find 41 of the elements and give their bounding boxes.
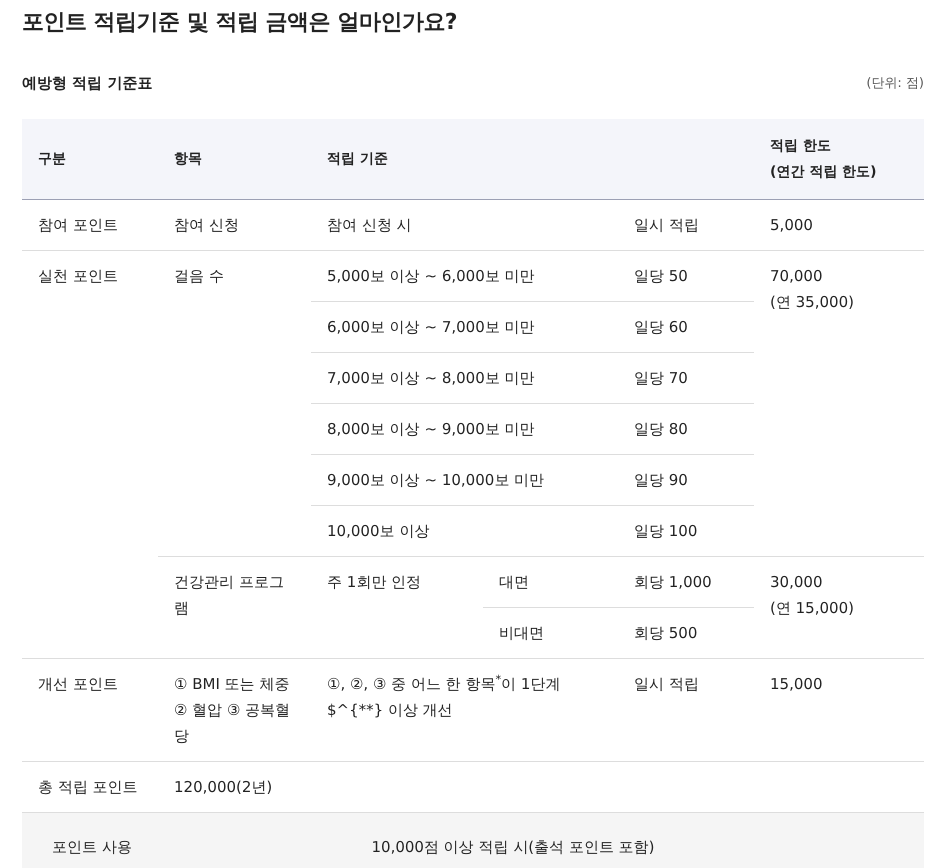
criteria-cell: 9,000보 이상 ~ 10,000보 미만 [311,454,618,505]
unit-label: (단위: 점) [866,74,924,92]
footer-label: 포인트 사용 [51,836,133,858]
amount-cell: 일당 100 [618,505,754,556]
criteria-cell: 7,000보 이상 ~ 8,000보 미만 [311,352,618,403]
limit-cell: 30,000 (연 15,000) [754,556,924,658]
amount-cell: 회당 500 [618,607,754,658]
amount-cell: 회당 1,000 [618,556,754,607]
note-cell: 주 1회만 인정 [311,556,483,658]
column-header: 적립 기준 [311,118,754,199]
criteria-cell: 5,000보 이상 ~ 6,000보 미만 [311,250,618,301]
amount-cell: 일당 50 [618,250,754,301]
amount-cell: 일당 70 [618,352,754,403]
table-title: 예방형 적립 기준표 [22,73,152,94]
mode-cell: 비대면 [483,607,618,658]
column-header: 적립 한도 (연간 적립 한도) [754,118,924,199]
footer-value: 10,000점 이상 적립 시(출석 포인트 포함) [370,836,656,858]
criteria-cell: 6,000보 이상 ~ 7,000보 미만 [311,301,618,352]
limit-cell: 5,000 [754,199,924,250]
item-cell: ① BMI 또는 체중 ② 혈압 ③ 공복혈당 [158,658,311,761]
page-title: 포인트 적립기준 및 적립 금액은 얼마인가요? [22,9,458,37]
amount-cell: 일시 적립 [618,658,754,761]
item-cell: 참여 신청 [158,199,311,250]
limit-cell: 15,000 [754,658,924,761]
column-header: 항목 [158,118,311,199]
category-cell: 개선 포인트 [22,658,158,761]
item-cell: 건강관리 프로그램 [158,556,311,658]
amount-cell: 일시 적립 [618,199,754,250]
mode-cell: 대면 [483,556,618,607]
category-cell: 참여 포인트 [22,199,158,250]
category-cell: 실천 포인트 [22,250,158,658]
column-header: 구분 [22,118,158,199]
criteria-cell: 참여 신청 시 [311,199,618,250]
amount-cell: 일당 60 [618,301,754,352]
criteria-cell: 8,000보 이상 ~ 9,000보 미만 [311,403,618,454]
amount-cell: 일당 80 [618,403,754,454]
amount-cell: 일당 90 [618,454,754,505]
criteria-cell: 10,000보 이상 [311,505,618,556]
limit-cell: 70,000 (연 35,000) [754,250,924,556]
item-cell: 걸음 수 [158,250,311,556]
criteria-cell: ①, ②, ③ 중 어느 한 항목$^{*}$이 1단계$^{**} 이상 개선 [311,658,618,761]
